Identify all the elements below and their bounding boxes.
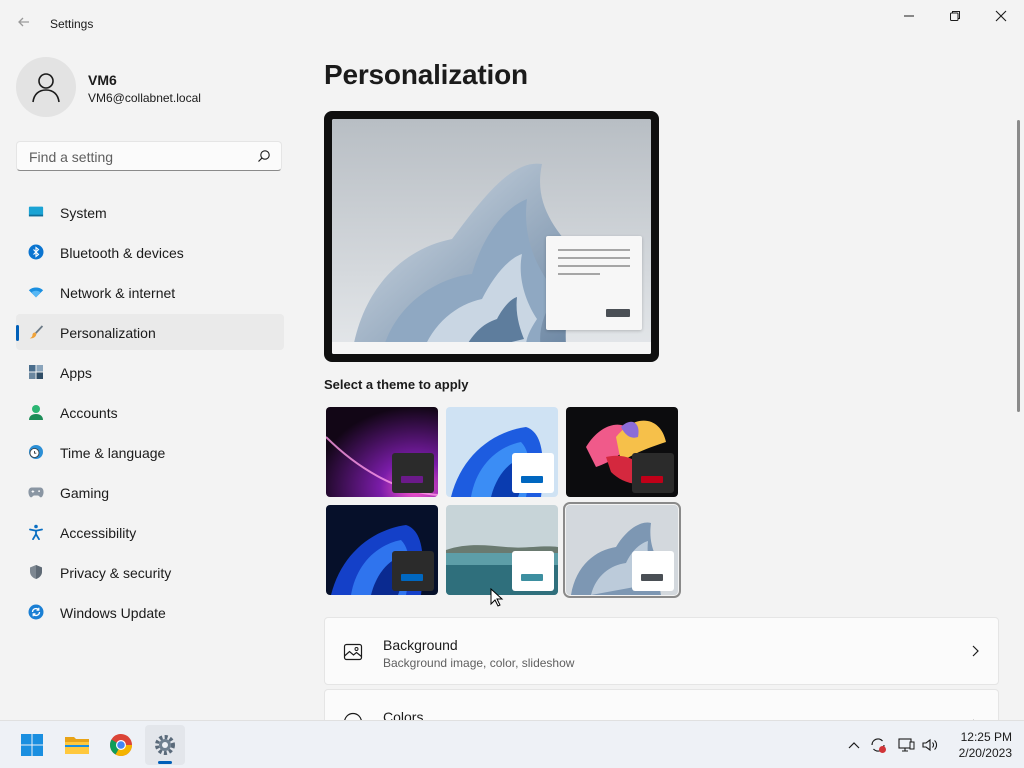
settings-icon xyxy=(155,735,175,755)
user-profile[interactable]: VM6 VM6@collabnet.local xyxy=(16,57,286,117)
user-email: VM6@collabnet.local xyxy=(88,91,201,105)
sidebar-item-accounts[interactable]: Accounts xyxy=(16,394,284,430)
minimize-button[interactable] xyxy=(886,0,932,32)
sidebar-item-apps[interactable]: Apps xyxy=(16,354,284,390)
sidebar-item-network[interactable]: Network & internet xyxy=(16,274,284,310)
theme-mini-window xyxy=(392,551,434,591)
window-title: Settings xyxy=(50,17,94,31)
settings-taskbar-button[interactable] xyxy=(145,725,185,765)
person-icon xyxy=(32,73,60,103)
chevron-up-icon[interactable] xyxy=(844,735,864,755)
brush-icon xyxy=(28,324,44,340)
palette-icon xyxy=(343,712,363,720)
system-icon xyxy=(28,204,44,220)
chrome-icon xyxy=(110,734,132,756)
clock-time: 12:25 PM xyxy=(960,730,1012,744)
theme-mini-window xyxy=(512,453,554,493)
search-box[interactable] xyxy=(16,141,282,171)
accessibility-icon xyxy=(28,524,44,540)
start-button[interactable] xyxy=(12,725,52,765)
sync-alert-icon[interactable] xyxy=(868,735,888,755)
sidebar-item-time-language[interactable]: Time & language xyxy=(16,434,284,470)
sidebar-item-personalization[interactable]: Personalization xyxy=(16,314,284,350)
windows-update-icon xyxy=(28,604,44,620)
sidebar-item-bluetooth[interactable]: Bluetooth & devices xyxy=(16,234,284,270)
file-explorer-button[interactable] xyxy=(57,725,97,765)
apps-icon xyxy=(28,364,44,380)
theme-captured-motion[interactable] xyxy=(566,407,678,497)
search-icon[interactable] xyxy=(257,149,271,168)
back-arrow-icon[interactable] xyxy=(14,12,34,32)
user-name: VM6 xyxy=(88,72,117,88)
network-icon[interactable] xyxy=(896,735,916,755)
close-button[interactable] xyxy=(978,0,1024,32)
shield-icon xyxy=(28,564,44,580)
bluetooth-icon xyxy=(28,244,44,260)
theme-mini-window xyxy=(632,453,674,493)
chrome-button[interactable] xyxy=(101,725,141,765)
avatar xyxy=(16,57,76,117)
theme-sunrise-lake[interactable] xyxy=(446,505,558,595)
taskbar: 12:25 PM 2/20/2023 xyxy=(0,720,1024,768)
theme-windows-dark[interactable] xyxy=(326,505,438,595)
mouse-cursor-icon xyxy=(490,588,504,607)
restore-button[interactable] xyxy=(932,0,978,32)
clock-globe-icon xyxy=(28,444,44,460)
sidebar-nav: System Bluetooth & devices Network & int… xyxy=(16,194,284,634)
accounts-icon xyxy=(28,404,44,420)
wifi-icon xyxy=(28,284,44,300)
theme-windows-light[interactable] xyxy=(446,407,558,497)
image-icon xyxy=(343,642,363,667)
page-title: Personalization xyxy=(324,59,528,90)
preview-taskbar xyxy=(332,342,651,354)
sidebar-item-windows-update[interactable]: Windows Update xyxy=(16,594,284,630)
background-setting-card[interactable]: Background Background image, color, slid… xyxy=(324,617,999,685)
scrollbar[interactable] xyxy=(1017,120,1020,412)
sidebar-item-privacy[interactable]: Privacy & security xyxy=(16,554,284,590)
file-explorer-icon xyxy=(65,737,89,754)
theme-flow[interactable] xyxy=(563,502,681,598)
theme-mini-window xyxy=(512,551,554,591)
preview-desktop xyxy=(332,119,651,354)
sidebar-item-gaming[interactable]: Gaming xyxy=(16,474,284,510)
theme-grid xyxy=(324,405,682,598)
chevron-right-icon xyxy=(970,644,980,663)
search-input[interactable] xyxy=(27,148,251,166)
title-bar: Settings xyxy=(0,0,1024,48)
clock-date: 2/20/2023 xyxy=(958,746,1012,760)
sidebar-item-system[interactable]: System xyxy=(16,194,284,230)
start-icon xyxy=(21,734,43,756)
preview-window xyxy=(546,236,642,330)
theme-glow[interactable] xyxy=(326,407,438,497)
theme-preview xyxy=(324,111,659,362)
theme-mini-window xyxy=(392,453,434,493)
themes-section-label: Select a theme to apply xyxy=(324,377,469,392)
volume-icon[interactable] xyxy=(920,735,940,755)
sidebar-item-accessibility[interactable]: Accessibility xyxy=(16,514,284,550)
taskbar-clock[interactable]: 12:25 PM 2/20/2023 xyxy=(946,729,1012,761)
gamepad-icon xyxy=(28,484,44,500)
theme-mini-window xyxy=(632,551,674,591)
colors-setting-card[interactable]: Colors xyxy=(324,689,999,720)
